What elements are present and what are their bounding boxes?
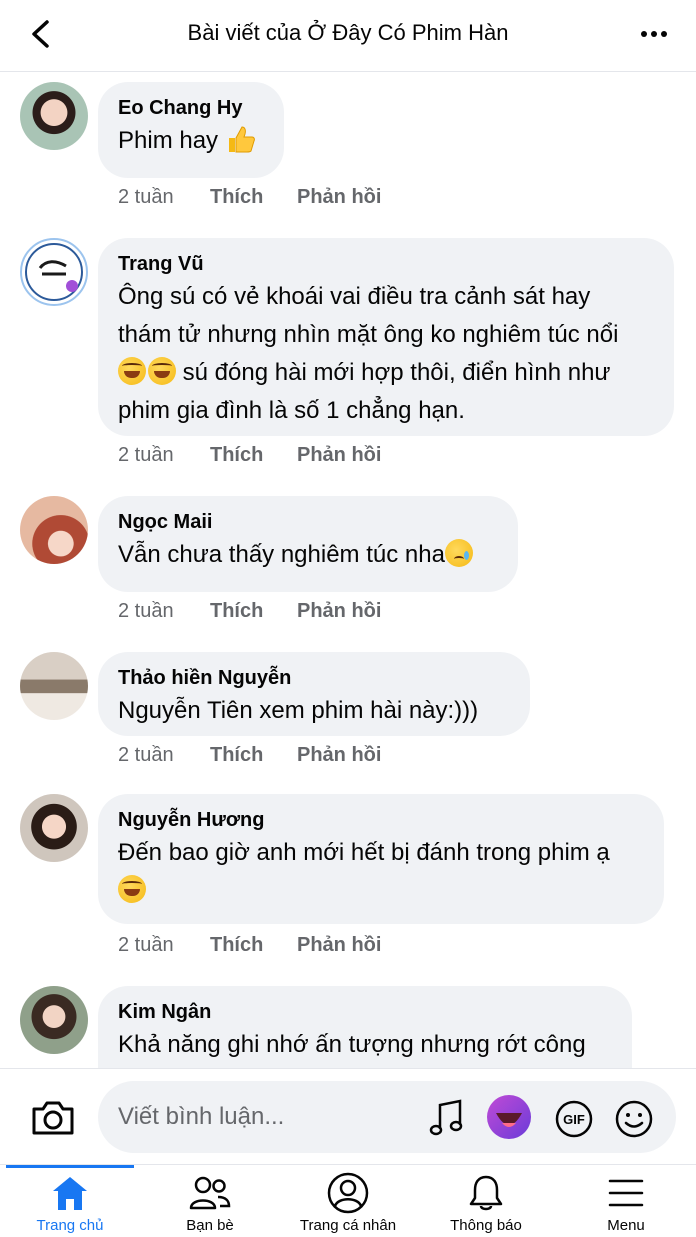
bell-icon: [469, 1175, 503, 1211]
commenter-name[interactable]: Kim Ngân: [118, 998, 612, 1026]
avatar-sticker-icon: [487, 1095, 531, 1139]
commenter-name[interactable]: Eo Chang Hy: [118, 94, 264, 122]
comment-bubble: Eo Chang Hy Phim hay: [98, 82, 284, 178]
reply-button[interactable]: Phản hồi: [297, 444, 381, 467]
tab-label: Thông báo: [450, 1217, 522, 1234]
commenter-name[interactable]: Trang Vũ: [118, 250, 654, 278]
tab-menu[interactable]: Menu: [576, 1165, 676, 1237]
comment-bubble: Trang Vũ Ông sú có vẻ khoái vai điều tra…: [98, 238, 674, 436]
comment-actions: 2 tuần Thích Phản hồi: [118, 444, 381, 467]
bottom-tab-bar: Trang chủ Bạn bè Trang cá nhân Thông báo…: [0, 1164, 696, 1237]
tab-label: Trang chủ: [36, 1217, 104, 1234]
comment-time: 2 tuần: [118, 186, 174, 208]
comment-actions: 2 tuần Thích Phản hồi: [118, 934, 381, 957]
reply-button[interactable]: Phản hồi: [297, 186, 381, 209]
tab-home[interactable]: Trang chủ: [20, 1165, 120, 1237]
comment-text-line: thám tử nhưng nhìn mặt ông ko nghiêm túc…: [118, 321, 619, 348]
page-title: Bài viết của Ở Đây Có Phim Hàn: [187, 20, 509, 45]
tab-label: Trang cá nhân: [299, 1217, 397, 1234]
more-options-button[interactable]: [636, 22, 672, 46]
top-bar: Bài viết của Ở Đây Có Phim Hàn: [0, 0, 696, 72]
comment-bubble: Nguyễn Hương Đến bao giờ anh mới hết bị …: [98, 794, 664, 924]
comment-list: Eo Chang Hy Phim hay 2 tuần Thích Phản h…: [0, 72, 696, 1068]
reply-button[interactable]: Phản hồi: [297, 600, 381, 623]
comment-text: Đến bao giờ anh mới hết bị đánh trong ph…: [118, 839, 610, 866]
comment-bubble: Thảo hiền Nguyễn Nguyễn Tiên xem phim hà…: [98, 652, 530, 736]
gif-button[interactable]: GIF: [554, 1099, 594, 1139]
tab-notifications[interactable]: Thông báo: [436, 1165, 536, 1237]
comment-text-line: phim gia đình là số 1 chẳng hạn.: [118, 397, 465, 424]
music-note-icon: [429, 1099, 463, 1136]
like-button[interactable]: Thích: [210, 186, 297, 209]
tab-label: Menu: [607, 1217, 645, 1234]
laughing-emoji-icon: [118, 875, 146, 903]
avatar[interactable]: [20, 238, 88, 306]
laughing-emoji-icon: [148, 357, 176, 385]
comment-text: Khả năng ghi nhớ ấn tượng nhưng rớt công: [118, 1031, 586, 1058]
emoji-button[interactable]: [614, 1099, 654, 1139]
like-button[interactable]: Thích: [210, 444, 297, 467]
like-button[interactable]: Thích: [210, 744, 297, 767]
music-sticker-button[interactable]: [426, 1099, 466, 1139]
comment-input[interactable]: Viết bình luận... GIF: [98, 1081, 676, 1153]
avatar[interactable]: [20, 794, 88, 862]
smiley-icon: [615, 1100, 653, 1138]
comment-actions: 2 tuần Thích Phản hồi: [118, 186, 381, 209]
comment-time: 2 tuần: [118, 934, 174, 956]
home-icon: [53, 1177, 87, 1210]
reply-button[interactable]: Phản hồi: [297, 744, 381, 767]
more-dots-icon: [641, 31, 647, 37]
camera-button[interactable]: [30, 1099, 76, 1137]
comment-actions: 2 tuần Thích Phản hồi: [118, 600, 381, 623]
avatar[interactable]: [20, 82, 88, 150]
svg-text:GIF: GIF: [563, 1112, 585, 1127]
avatar[interactable]: [20, 496, 88, 564]
comment-text: Phim hay: [118, 122, 264, 160]
reply-button[interactable]: Phản hồi: [297, 934, 381, 957]
comment-time: 2 tuần: [118, 744, 174, 766]
thumbs-up-icon: [228, 126, 255, 153]
crying-emoji-icon: [444, 539, 473, 567]
avatar[interactable]: [20, 986, 88, 1054]
like-button[interactable]: Thích: [210, 600, 297, 623]
commenter-name[interactable]: Ngọc Maii: [118, 508, 498, 536]
comment-time: 2 tuần: [118, 600, 174, 622]
avatar[interactable]: [20, 652, 88, 720]
comment-bubble: Ngọc Maii Vẫn chưa thấy nghiêm túc nha: [98, 496, 518, 592]
tab-profile[interactable]: Trang cá nhân: [288, 1165, 408, 1237]
comment-text: Nguyễn Tiên xem phim hài này:))): [118, 697, 479, 724]
comment-bubble: Kim Ngân Khả năng ghi nhớ ấn tượng nhưng…: [98, 986, 632, 1068]
tab-friends[interactable]: Bạn bè: [160, 1165, 260, 1237]
gif-icon: GIF: [555, 1100, 593, 1138]
comment-text: Vẫn chưa thấy nghiêm túc nha: [118, 536, 498, 574]
tab-label: Bạn bè: [186, 1217, 234, 1234]
laughing-emoji-icon: [118, 357, 146, 385]
comment-actions: 2 tuần Thích Phản hồi: [118, 744, 381, 767]
commenter-name[interactable]: Nguyễn Hương: [118, 806, 644, 834]
page-logo-icon: [25, 243, 83, 301]
comment-time: 2 tuần: [118, 444, 174, 466]
friends-icon: [189, 1176, 231, 1210]
commenter-name[interactable]: Thảo hiền Nguyễn: [118, 664, 510, 692]
comment-input-placeholder: Viết bình luận...: [118, 1103, 285, 1130]
profile-icon: [327, 1172, 369, 1214]
camera-icon: [32, 1101, 74, 1135]
like-button[interactable]: Thích: [210, 934, 297, 957]
avatar-sticker-button[interactable]: [484, 1093, 534, 1141]
comment-composer: Viết bình luận... GIF: [0, 1068, 696, 1164]
menu-icon: [608, 1179, 644, 1207]
comment-text-line: sú đóng hài mới hợp thôi, điển hình như: [118, 354, 654, 392]
comment-text-line: Ông sú có vẻ khoái vai điều tra cảnh sát…: [118, 283, 591, 310]
